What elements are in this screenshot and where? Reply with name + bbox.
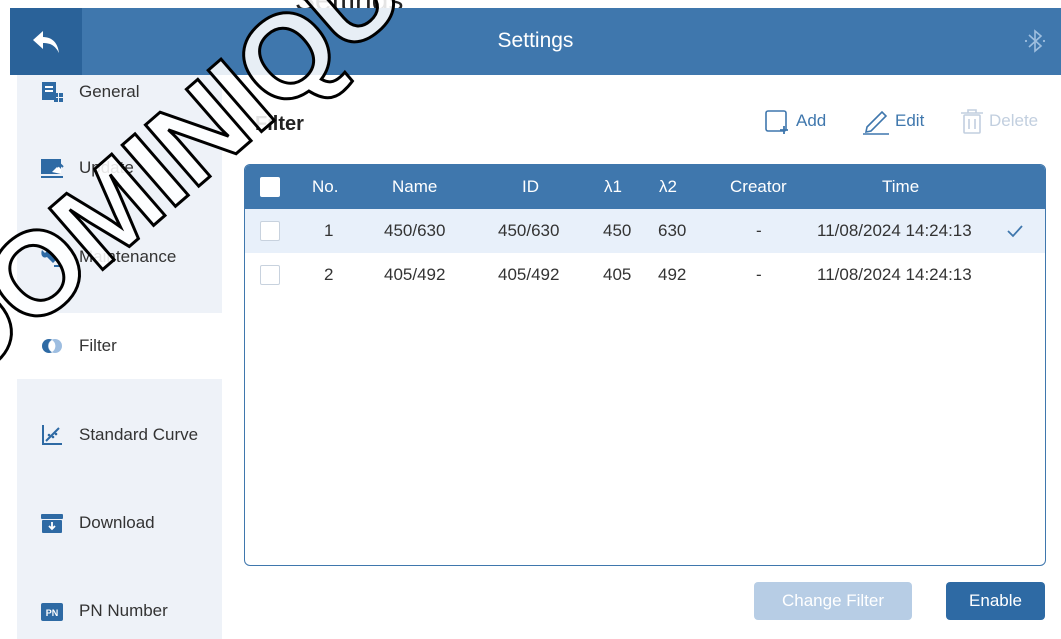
edit-label: Edit bbox=[895, 111, 925, 130]
cell-id: 405/492 bbox=[498, 265, 560, 284]
cell-id: 450/630 bbox=[498, 221, 560, 240]
sidebar-item-label: Filter bbox=[79, 336, 117, 355]
add-label: Add bbox=[796, 111, 827, 130]
col-name: Name bbox=[392, 177, 438, 196]
col-time: Time bbox=[882, 177, 920, 196]
cell-no: 2 bbox=[324, 265, 334, 284]
col-lambda1: λ1 bbox=[604, 177, 622, 196]
col-creator: Creator bbox=[730, 177, 787, 196]
pn-badge: PN bbox=[46, 608, 59, 618]
sidebar-item-label: Maintenance bbox=[79, 247, 177, 266]
sidebar-item-download[interactable]: Download bbox=[17, 490, 222, 556]
sidebar-item-update[interactable]: Update bbox=[17, 135, 222, 201]
select-all-checkbox[interactable] bbox=[260, 177, 280, 197]
cell-creator: - bbox=[756, 265, 762, 284]
general-icon bbox=[39, 79, 65, 105]
maintenance-icon bbox=[39, 244, 65, 270]
delete-button[interactable]: Delete bbox=[959, 107, 1038, 135]
sidebar-item-filter[interactable]: Filter bbox=[17, 313, 222, 379]
cell-no: 1 bbox=[324, 221, 334, 240]
delete-label: Delete bbox=[989, 111, 1039, 130]
enable-button[interactable]: Enable bbox=[946, 582, 1045, 620]
table-row[interactable]: 2 405/492 405/492 405 492 - 11/08/2024 1… bbox=[245, 253, 1045, 297]
sidebar-item-label: Update bbox=[79, 158, 134, 177]
cell-lambda1: 405 bbox=[603, 265, 632, 284]
filter-table: No. Name ID λ1 λ2 Creator Time 1 450/630… bbox=[244, 164, 1046, 566]
sidebar-item-label: General bbox=[79, 82, 140, 101]
standard-curve-icon bbox=[39, 422, 65, 448]
cell-lambda1: 450 bbox=[603, 221, 632, 240]
filter-icon bbox=[39, 333, 65, 359]
update-icon bbox=[39, 155, 65, 181]
cell-name: 450/630 bbox=[384, 221, 446, 240]
settings-sidebar: General Update Maintenance Filter Standa… bbox=[17, 75, 222, 639]
sidebar-item-maintenance[interactable]: Maintenance bbox=[17, 224, 222, 290]
download-icon bbox=[39, 510, 65, 536]
section-title: Filter bbox=[255, 113, 304, 135]
pn-number-icon: PN bbox=[39, 598, 65, 624]
col-lambda2: λ2 bbox=[659, 177, 677, 196]
col-id: ID bbox=[522, 177, 539, 196]
cell-name: 405/492 bbox=[384, 265, 446, 284]
sidebar-item-label: Download bbox=[79, 513, 155, 532]
sidebar-item-standard-curve[interactable]: Standard Curve bbox=[17, 402, 222, 468]
sidebar-item-label: Standard Curve bbox=[79, 425, 199, 444]
sidebar-item-general[interactable]: General bbox=[17, 59, 222, 125]
col-no: No. bbox=[312, 177, 339, 196]
edit-button[interactable]: Edit bbox=[861, 107, 924, 135]
row-checkbox[interactable] bbox=[260, 265, 280, 285]
add-button[interactable]: Add bbox=[764, 107, 826, 135]
edit-icon bbox=[863, 110, 889, 135]
cell-time: 11/08/2024 14:24:13 bbox=[817, 221, 972, 240]
delete-icon bbox=[961, 109, 983, 134]
change-filter-button[interactable]: Change Filter bbox=[754, 582, 912, 620]
selected-check-icon bbox=[1007, 225, 1023, 238]
add-icon bbox=[765, 110, 788, 134]
table-header: No. Name ID λ1 λ2 Creator Time bbox=[245, 165, 1045, 209]
page-title: Settings bbox=[497, 29, 574, 52]
sidebar-item-pn-number[interactable]: PN PN Number bbox=[17, 578, 222, 639]
cell-creator: - bbox=[756, 221, 762, 240]
table-row[interactable]: 1 450/630 450/630 450 630 - 11/08/2024 1… bbox=[245, 209, 1045, 253]
row-checkbox[interactable] bbox=[260, 221, 280, 241]
cell-lambda2: 630 bbox=[658, 221, 687, 240]
cell-time: 11/08/2024 14:24:13 bbox=[817, 265, 972, 284]
cell-lambda2: 492 bbox=[658, 265, 687, 284]
bluetooth-icon[interactable] bbox=[1021, 27, 1049, 55]
sidebar-item-label: PN Number bbox=[79, 601, 168, 620]
